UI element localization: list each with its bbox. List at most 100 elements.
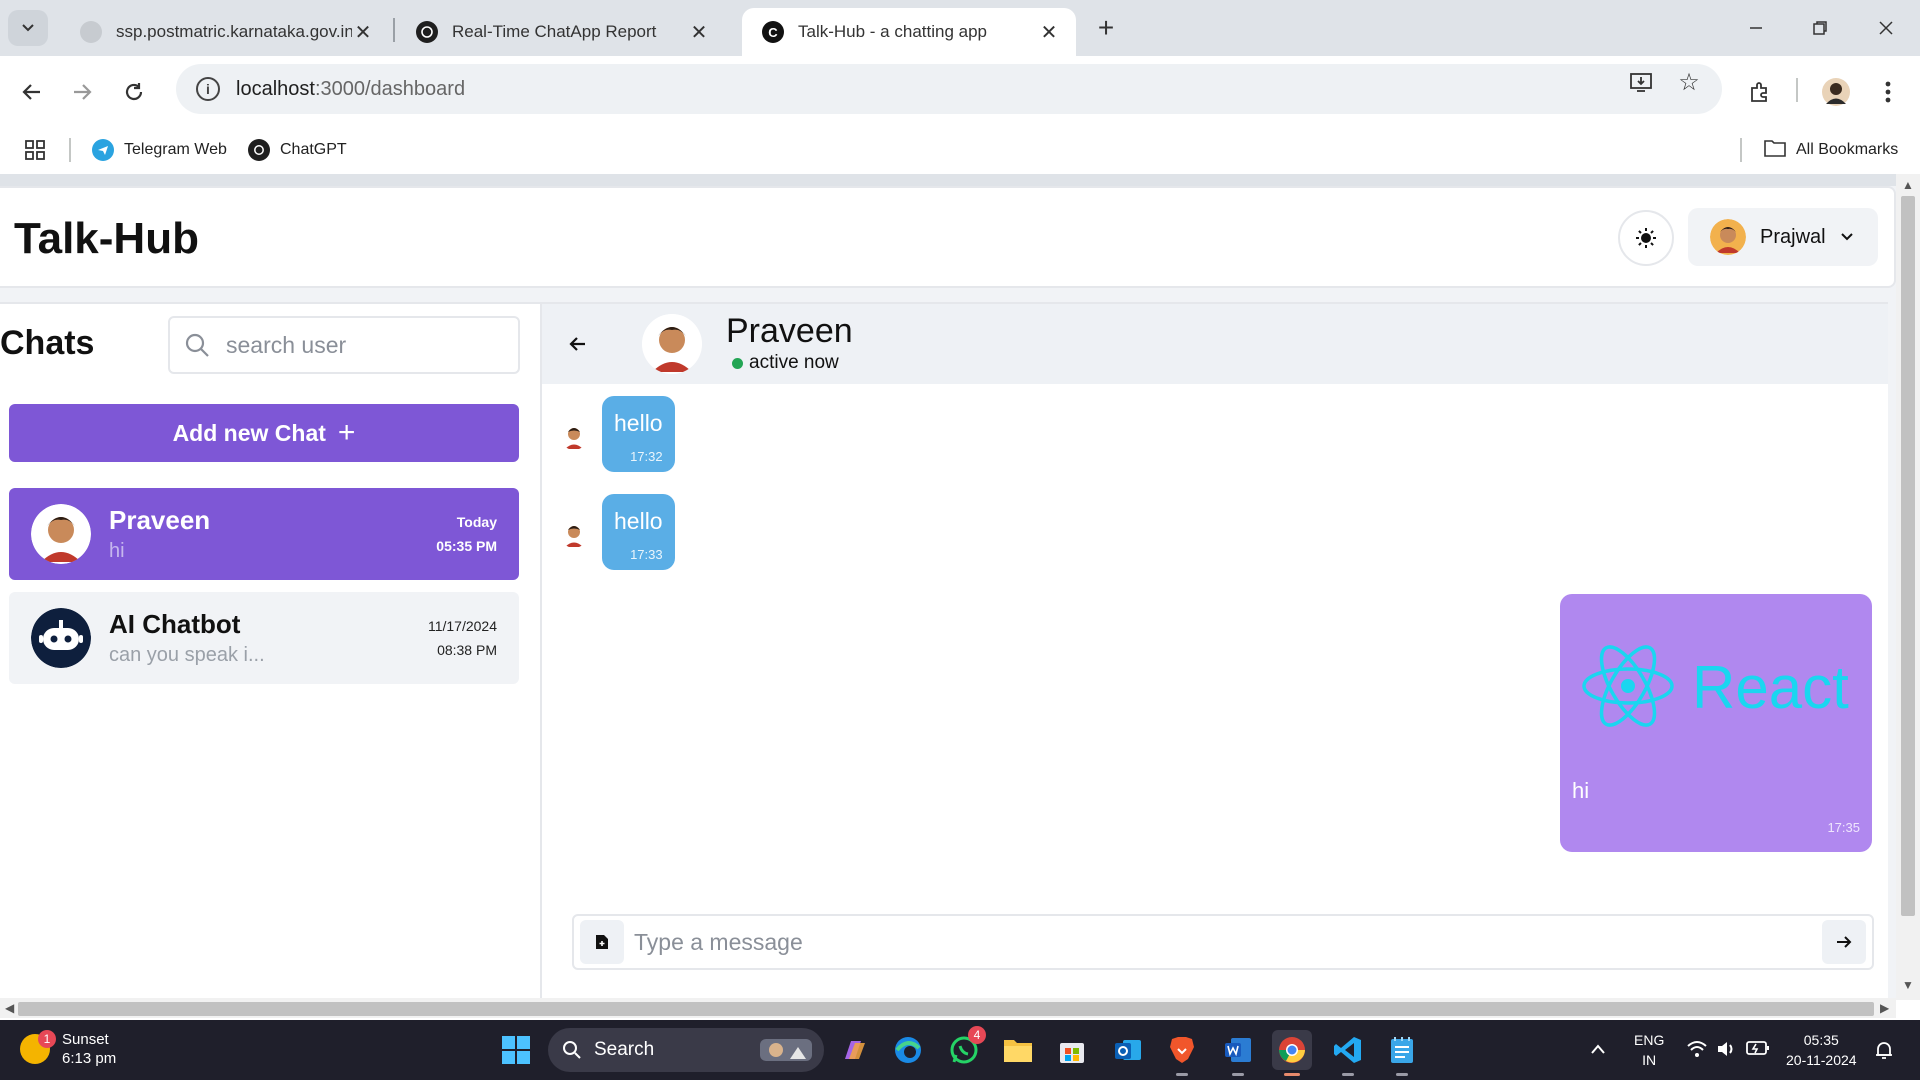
message-input[interactable]: Type a message [634,929,1822,956]
scroll-up-icon[interactable]: ▲ [1902,178,1914,192]
notifications-bell-icon[interactable] [1874,1040,1894,1065]
language-indicator[interactable]: ENG IN [1634,1030,1664,1070]
search-placeholder: search user [226,331,347,358]
profile-avatar[interactable] [1818,74,1854,110]
tab-title: ssp.postmatric.karnataka.gov.in [116,22,352,41]
horizontal-scroll-thumb[interactable] [18,1002,1874,1016]
all-bookmarks[interactable]: All Bookmarks [1764,134,1898,166]
volume-icon[interactable] [1716,1040,1738,1063]
site-info-icon[interactable]: i [196,77,220,101]
close-icon[interactable]: ✕ [1038,21,1060,44]
store-app[interactable] [1052,1030,1092,1070]
user-menu-button[interactable]: Prajwal [1688,208,1878,266]
close-icon[interactable]: ✕ [688,21,710,44]
conversation-header: Praveen active now [542,304,1888,384]
chatgpt-icon [416,21,438,43]
region-code: IN [1642,1052,1657,1068]
restore-button[interactable] [1800,12,1840,44]
message-bubble: hello 17:32 [602,396,675,472]
arrow-right-icon [1837,936,1852,948]
tab-search-button[interactable] [8,10,48,46]
chat-item-ai-chatbot[interactable]: AI Chatbot can you speak i... 11/17/2024… [9,592,519,684]
react-logo-text: React [1692,654,1849,721]
chats-title: Chats [0,324,95,362]
taskbar-search[interactable]: Search [548,1028,824,1072]
vscode-app[interactable] [1328,1030,1368,1076]
message-time: 17:33 [630,547,663,562]
show-hidden-icons[interactable] [1590,1040,1606,1060]
toolbar-separator [1796,78,1798,102]
chrome-app[interactable] [1272,1030,1312,1076]
weather-time: 6:13 pm [62,1050,117,1067]
clock[interactable]: 05:35 20-11-2024 [1786,1030,1857,1070]
talkhub-favicon-icon: C [762,21,784,43]
tab-ssp[interactable]: ssp.postmatric.karnataka.gov.in ✕ [60,8,390,56]
address-bar[interactable]: i localhost:3000/dashboard [176,64,1722,114]
message-outgoing: React hi 17:35 [1560,594,1872,852]
vertical-scroll-thumb[interactable] [1901,196,1915,916]
message-composer: Type a message [572,914,1874,970]
close-icon[interactable]: ✕ [352,21,374,44]
browser-menu-icon[interactable] [1870,74,1906,110]
taskbar-search-label: Search [594,1039,655,1060]
close-window-button[interactable] [1866,12,1906,44]
wifi-icon[interactable] [1686,1040,1708,1063]
restore-icon [1813,21,1827,35]
minimize-button[interactable] [1736,12,1776,44]
send-button[interactable] [1822,920,1866,964]
back-button[interactable] [12,72,52,112]
edge-app[interactable] [888,1030,928,1070]
notepad-icon [1391,1037,1413,1063]
add-new-chat-button[interactable]: Add new Chat + [9,404,519,462]
bookmark-telegram[interactable]: Telegram Web [92,134,227,166]
status-text: active now [749,352,839,373]
all-bookmarks-label: All Bookmarks [1796,141,1899,158]
tab-strip: ssp.postmatric.karnataka.gov.in ✕ Real-T… [0,0,1920,56]
reload-button[interactable] [114,72,154,112]
chat-item-time: 08:38 PM [437,642,497,658]
install-app-icon[interactable] [1628,69,1654,95]
whatsapp-badge: 4 [968,1026,986,1044]
back-button[interactable] [562,328,594,360]
brave-app[interactable] [1162,1030,1202,1076]
whatsapp-app[interactable]: 4 [944,1026,986,1070]
search-user-input[interactable]: search user [168,316,520,374]
attach-file-button[interactable] [580,920,624,964]
bookmark-separator [1740,138,1742,162]
chat-item-body: AI Chatbot can you speak i... [109,609,428,667]
theme-toggle-button[interactable] [1618,210,1674,266]
word-icon [1225,1038,1251,1062]
store-icon [1060,1043,1084,1063]
edge-icon [895,1037,921,1063]
tab-chatapp-report[interactable]: Real-Time ChatApp Report ✕ [396,8,726,56]
extensions-icon[interactable] [1742,74,1778,110]
arrow-left-icon [569,337,585,351]
apps-grid-icon[interactable] [24,134,46,166]
conversation-pane: Praveen active now hello 17:32 hello 17:… [542,302,1888,998]
folder-icon [1764,139,1786,162]
bookmark-chatgpt[interactable]: ChatGPT [248,134,347,166]
forward-button[interactable] [62,72,102,112]
scroll-down-icon[interactable]: ▼ [1902,978,1914,992]
word-app[interactable] [1218,1030,1258,1076]
contact-status: active now [732,352,839,374]
running-indicator [1232,1073,1244,1076]
notepad-app[interactable] [1382,1030,1422,1076]
tab-talkhub[interactable]: C Talk-Hub - a chatting app ✕ [742,8,1076,56]
message-bubble: hello 17:33 [602,494,675,570]
chevron-up-icon [1591,1044,1605,1054]
copilot-app[interactable] [834,1030,874,1070]
browser-toolbar: i localhost:3000/dashboard ☆ [0,56,1920,126]
brave-icon [1170,1037,1194,1063]
bookmark-star-icon[interactable]: ☆ [1676,69,1702,96]
chat-item-praveen[interactable]: Praveen hi Today 05:35 PM [9,488,519,580]
scroll-left-icon[interactable]: ◀ [5,1001,14,1015]
outlook-app[interactable] [1108,1030,1148,1070]
weather-widget[interactable]: 1 Sunset 6:13 pm [20,1030,116,1068]
scroll-right-icon[interactable]: ▶ [1880,1001,1889,1015]
start-button[interactable] [496,1030,536,1070]
chat-item-name: Praveen [109,505,211,535]
file-explorer-app[interactable] [998,1030,1038,1070]
battery-icon[interactable] [1746,1040,1770,1061]
new-tab-button[interactable]: + [1090,12,1122,44]
